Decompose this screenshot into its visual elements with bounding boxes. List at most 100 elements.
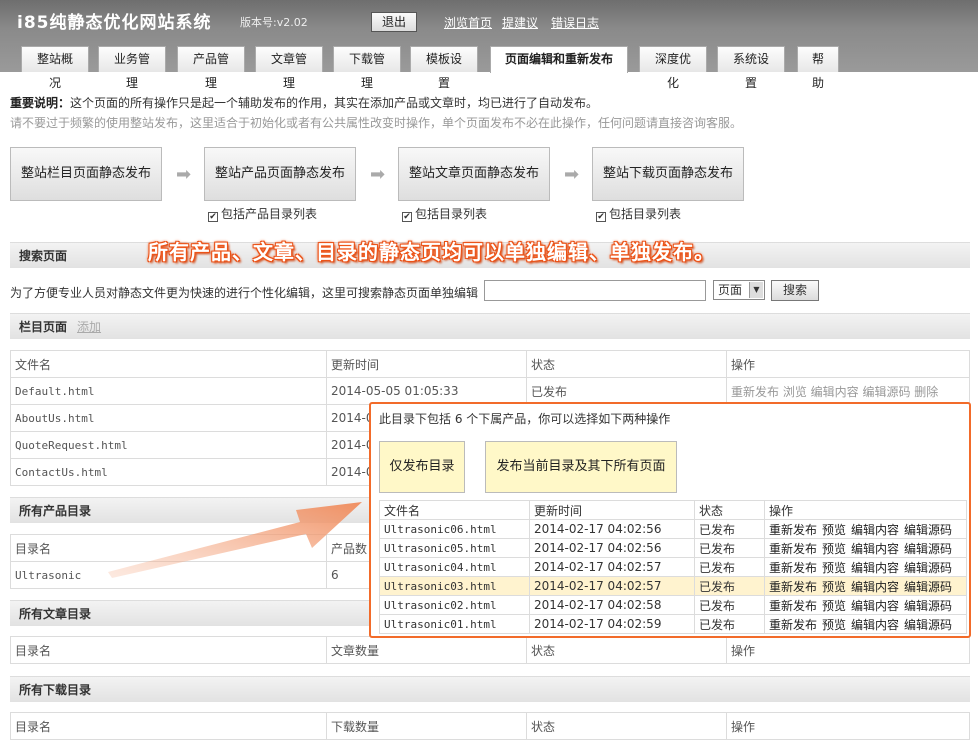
preview-link[interactable]: 预览 — [822, 599, 846, 613]
preview-link[interactable]: 预览 — [822, 561, 846, 575]
tab-articles[interactable]: 文章管理 — [255, 46, 323, 90]
section-title: 搜索页面 — [19, 249, 68, 263]
status: 已发布 — [694, 519, 765, 539]
file-name: AboutUs.html — [10, 404, 327, 432]
republish-link[interactable]: 重新发布 — [769, 618, 817, 632]
add-column-link[interactable]: 添加 — [77, 320, 101, 334]
col-header: 目录名 — [10, 712, 327, 740]
row-actions: 重新发布 预览 编辑内容 编辑源码 — [764, 538, 967, 558]
republish-link[interactable]: 重新发布 — [769, 542, 817, 556]
edit-content-link[interactable]: 编辑内容 — [851, 599, 899, 613]
publish-downloads-button[interactable]: 整站下载页面静态发布 — [592, 147, 744, 201]
publish-dir-only-button[interactable]: 仅发布目录 — [379, 441, 465, 493]
tab-help[interactable]: 帮助 — [797, 46, 839, 90]
file-name: Ultrasonic03.html — [379, 576, 530, 596]
browse-home-link[interactable]: 浏览首页 — [444, 14, 492, 31]
col-header: 文件名 — [379, 500, 530, 520]
include-article-list-checkbox[interactable]: ✔ 包括目录列表 — [402, 205, 487, 222]
edit-content-link[interactable]: 编辑内容 — [851, 542, 899, 556]
republish-link[interactable]: 重新发布 — [769, 580, 817, 594]
publish-articles-button[interactable]: 整站文章页面静态发布 — [398, 147, 550, 201]
col-header: 下载数量 — [326, 712, 527, 740]
arrow-right-icon: ➡ — [176, 164, 192, 185]
edit-source-link[interactable]: 编辑源码 — [904, 561, 952, 575]
header-bar: i85纯静态优化网站系统 版本号:v2.02 退出 浏览首页 提建议 错误日志 … — [0, 0, 978, 90]
publish-columns-button[interactable]: 整站栏目页面静态发布 — [10, 147, 162, 201]
table-row: Ultrasonic02.html 2014-02-17 04:02:58 已发… — [379, 595, 967, 615]
republish-link[interactable]: 重新发布 — [769, 561, 817, 575]
preview-link[interactable]: 预览 — [822, 523, 846, 537]
tab-system-settings[interactable]: 系统设置 — [717, 46, 785, 90]
edit-source-link[interactable]: 编辑源码 — [904, 523, 952, 537]
tab-templates[interactable]: 模板设置 — [410, 46, 478, 90]
republish-link[interactable]: 重新发布 — [769, 523, 817, 537]
update-time: 2014-02-17 04:02:58 — [529, 595, 695, 615]
section-title: 所有产品目录 — [19, 504, 92, 518]
file-name: Ultrasonic06.html — [379, 519, 530, 539]
table-row: Ultrasonic06.html 2014-02-17 04:02:56 已发… — [379, 519, 967, 539]
search-type-select[interactable]: 页面 ▼ — [713, 280, 765, 300]
col-header: 操作 — [764, 500, 967, 520]
tab-page-edit-publish[interactable]: 页面编辑和重新发布 — [490, 46, 628, 73]
error-log-link[interactable]: 错误日志 — [551, 14, 599, 31]
publish-products-button[interactable]: 整站产品页面静态发布 — [204, 147, 356, 201]
col-header: 状态 — [694, 500, 765, 520]
edit-content-link[interactable]: 编辑内容 — [851, 561, 899, 575]
update-time: 2014-02-17 04:02:57 — [529, 557, 695, 577]
edit-source-link[interactable]: 编辑源码 — [904, 580, 952, 594]
publish-dir-and-pages-button[interactable]: 发布当前目录及其下所有页面 — [485, 441, 677, 493]
status: 已发布 — [694, 538, 765, 558]
row-actions[interactable]: 重新发布 浏览 编辑内容 编辑源码 删除 — [726, 377, 970, 405]
col-header: 状态 — [526, 712, 727, 740]
edit-content-link[interactable]: 编辑内容 — [851, 523, 899, 537]
col-header: 文章数量 — [326, 636, 527, 664]
update-time: 2014-02-17 04:02:57 — [529, 576, 695, 596]
status: 已发布 — [526, 377, 727, 405]
col-header: 操作 — [726, 350, 970, 378]
checkmark-icon: ✔ — [596, 212, 606, 222]
table-row: Ultrasonic04.html 2014-02-17 04:02:57 已发… — [379, 557, 967, 577]
tab-deep-optimize[interactable]: 深度优化 — [639, 46, 707, 90]
column-pages-header: 栏目页面 添加 — [10, 313, 970, 339]
republish-link[interactable]: 重新发布 — [769, 599, 817, 613]
popup-description: 此目录下包括 6 个下属产品，你可以选择如下两种操作 — [379, 412, 671, 426]
include-download-list-checkbox[interactable]: ✔ 包括目录列表 — [596, 205, 681, 222]
logout-button[interactable]: 退出 — [371, 12, 417, 32]
col-header: 更新时间 — [529, 500, 695, 520]
file-name: Ultrasonic01.html — [379, 614, 530, 634]
table-header: 文件名 更新时间 状态 操作 — [10, 350, 970, 378]
search-button[interactable]: 搜索 — [771, 280, 819, 301]
arrow-right-icon: ➡ — [564, 164, 580, 185]
preview-link[interactable]: 预览 — [822, 618, 846, 632]
tab-overview[interactable]: 整站概况 — [21, 46, 89, 90]
edit-content-link[interactable]: 编辑内容 — [851, 580, 899, 594]
tab-downloads[interactable]: 下载管理 — [333, 46, 401, 90]
preview-link[interactable]: 预览 — [822, 542, 846, 556]
article-dirs-table: 目录名 文章数量 状态 操作 — [10, 636, 970, 664]
status: 已发布 — [694, 557, 765, 577]
search-input[interactable] — [484, 280, 706, 301]
edit-content-link[interactable]: 编辑内容 — [851, 618, 899, 632]
table-header: 文件名 更新时间 状态 操作 — [379, 500, 967, 520]
tab-products[interactable]: 产品管理 — [177, 46, 245, 90]
edit-source-link[interactable]: 编辑源码 — [904, 599, 952, 613]
popup-files-table: 文件名 更新时间 状态 操作 Ultrasonic06.html 2014-02… — [379, 500, 967, 634]
status: 已发布 — [694, 576, 765, 596]
update-time: 2014-05-05 01:05:33 — [326, 377, 527, 405]
edit-source-link[interactable]: 编辑源码 — [904, 618, 952, 632]
col-header: 目录名 — [10, 636, 327, 664]
include-product-list-checkbox[interactable]: ✔ 包括产品目录列表 — [208, 205, 317, 222]
annotation-arrow-icon — [108, 502, 362, 578]
notice-line1: 这个页面的所有操作只是起一个辅助发布的作用，其实在添加产品或文章时，均已进行了自… — [70, 96, 599, 110]
table-row: Ultrasonic01.html 2014-02-17 04:02:59 已发… — [379, 614, 967, 634]
download-dirs-table: 目录名 下载数量 状态 操作 — [10, 712, 970, 740]
directory-publish-popup: 此目录下包括 6 个下属产品，你可以选择如下两种操作 仅发布目录 发布当前目录及… — [369, 402, 971, 638]
edit-source-link[interactable]: 编辑源码 — [904, 542, 952, 556]
promo-banner: 所有产品、文章、目录的静态页均可以单独编辑、单独发布。 — [148, 240, 715, 264]
suggestion-link[interactable]: 提建议 — [502, 14, 538, 31]
preview-link[interactable]: 预览 — [822, 580, 846, 594]
row-actions: 重新发布 预览 编辑内容 编辑源码 — [764, 519, 967, 539]
row-actions: 重新发布 预览 编辑内容 编辑源码 — [764, 595, 967, 615]
chevron-down-icon: ▼ — [749, 282, 763, 298]
tab-business[interactable]: 业务管理 — [98, 46, 166, 90]
